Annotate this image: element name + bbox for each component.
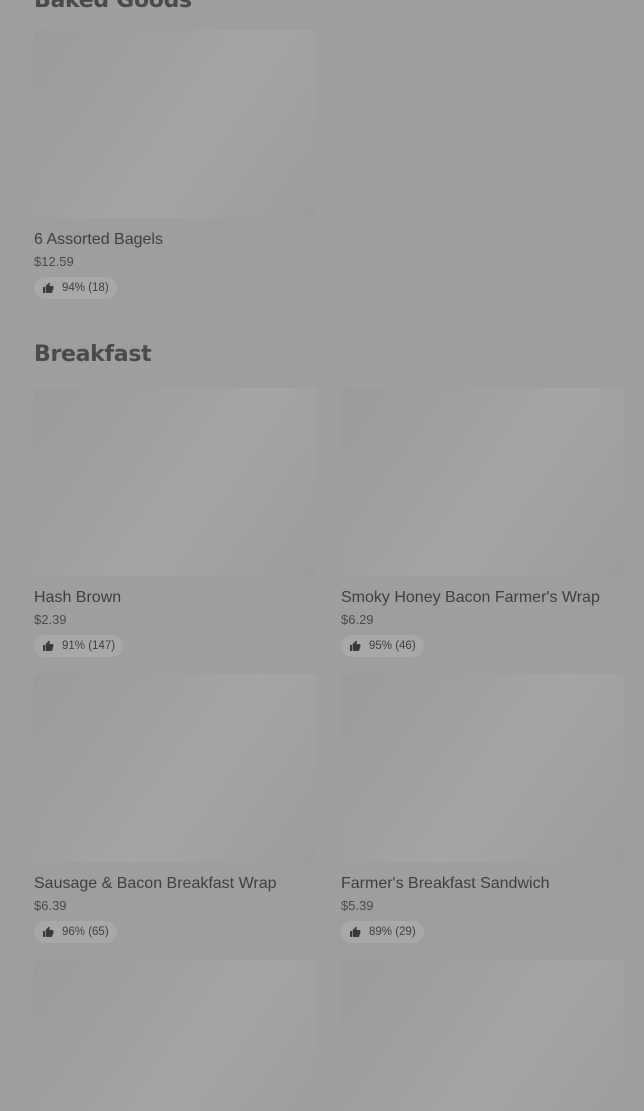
menu-item-image[interactable] <box>34 30 317 218</box>
rating-badge: 89% (29) <box>341 921 424 943</box>
menu-item-card[interactable]: Farmer's Breakfast Sandwich $5.39 89% (2… <box>341 674 624 943</box>
menu-item-price: $12.59 <box>34 254 74 269</box>
menu-item-card[interactable] <box>341 960 624 1111</box>
rating-text: 94% (18) <box>62 282 109 294</box>
menu-item-price: $5.39 <box>341 898 374 913</box>
rating-text: 96% (65) <box>62 926 109 938</box>
menu-item-name: Smoky Honey Bacon Farmer's Wrap <box>341 589 600 606</box>
menu-item-name: Hash Brown <box>34 589 122 606</box>
section-title-baked-goods: Baked Goods <box>34 0 192 13</box>
menu-item-name: 6 Assorted Bagels <box>34 231 163 248</box>
section-title-breakfast: Breakfast <box>34 342 152 367</box>
rating-text: 95% (46) <box>369 640 416 652</box>
menu-item-card[interactable]: Sausage & Bacon Breakfast Wrap $6.39 96%… <box>34 674 317 943</box>
menu-page: Baked Goods 6 Assorted Bagels $12.59 94%… <box>0 0 644 1111</box>
thumbs-up-icon <box>349 926 361 938</box>
rating-badge: 94% (18) <box>34 277 117 299</box>
menu-item-card[interactable]: Smoky Honey Bacon Farmer's Wrap $6.29 95… <box>341 388 624 657</box>
menu-item-price: $6.29 <box>341 612 374 627</box>
menu-item-card[interactable]: 6 Assorted Bagels $12.59 94% (18) <box>34 30 317 299</box>
rating-text: 89% (29) <box>369 926 416 938</box>
menu-item-image[interactable] <box>341 388 624 576</box>
menu-item-image[interactable] <box>34 960 317 1111</box>
thumbs-up-icon <box>42 926 54 938</box>
thumbs-up-icon <box>349 640 361 652</box>
rating-text: 91% (147) <box>62 640 116 652</box>
menu-item-price: $6.39 <box>34 898 67 913</box>
menu-item-image[interactable] <box>34 674 317 862</box>
thumbs-up-icon <box>42 640 54 652</box>
menu-item-image[interactable] <box>341 674 624 862</box>
menu-item-name: Sausage & Bacon Breakfast Wrap <box>34 875 277 892</box>
menu-item-price: $2.39 <box>34 612 67 627</box>
rating-badge: 96% (65) <box>34 921 117 943</box>
menu-item-name: Farmer's Breakfast Sandwich <box>341 875 550 892</box>
menu-item-image[interactable] <box>341 960 624 1111</box>
menu-item-card[interactable]: Hash Brown $2.39 91% (147) <box>34 388 317 657</box>
rating-badge: 95% (46) <box>341 635 424 657</box>
rating-badge: 91% (147) <box>34 635 124 657</box>
thumbs-up-icon <box>42 282 54 294</box>
menu-item-image[interactable] <box>34 388 317 576</box>
menu-item-card[interactable] <box>34 960 317 1111</box>
